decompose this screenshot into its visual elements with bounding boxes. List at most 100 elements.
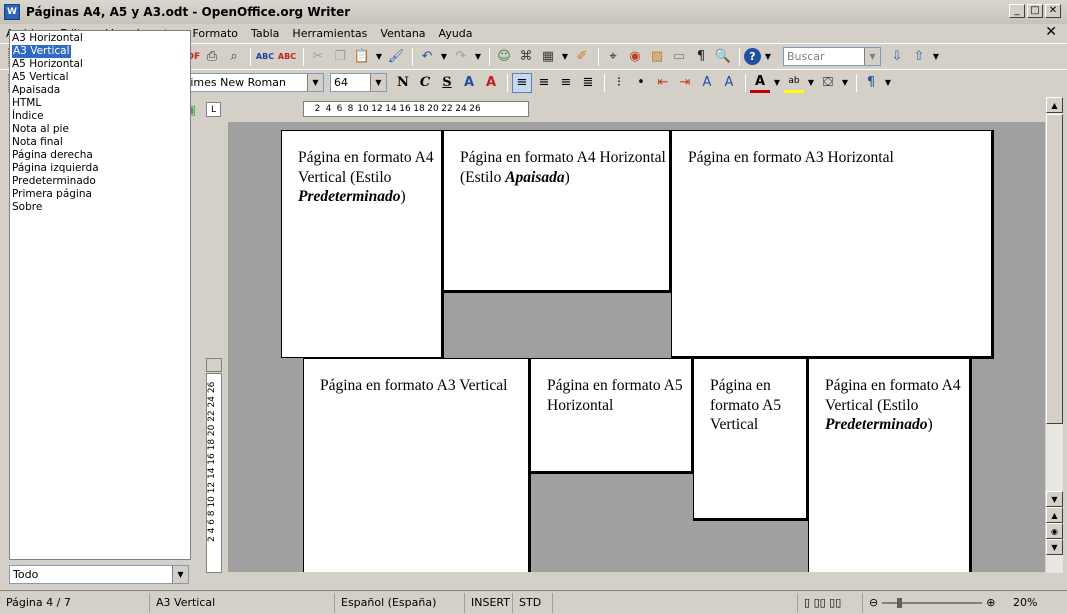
search-input[interactable]: Buscar ▼ bbox=[783, 47, 881, 66]
book-view-icon[interactable]: ▯▯ bbox=[829, 596, 841, 609]
style-primera-pagina[interactable]: Primera página bbox=[12, 188, 92, 200]
zoom-out-icon[interactable]: ⊖ bbox=[869, 596, 878, 609]
paste-icon[interactable]: 📋 bbox=[352, 47, 372, 67]
style-pagina-derecha[interactable]: Página derecha bbox=[12, 149, 93, 161]
print-preview-icon[interactable]: ⌕ bbox=[224, 47, 244, 67]
single-page-view-icon[interactable]: ▯ bbox=[804, 596, 810, 609]
style-nota-al-pie[interactable]: Nota al pie bbox=[12, 123, 69, 135]
list-item[interactable]: Predeterminado bbox=[12, 175, 188, 188]
zoom-percentage[interactable]: 20% bbox=[1003, 593, 1037, 613]
language-indicator[interactable]: Español (España) bbox=[335, 592, 465, 613]
font-color-icon[interactable]: A bbox=[750, 73, 770, 93]
page-a4-vertical-2[interactable]: Página en formato A4 Vertical (Estilo Pr… bbox=[808, 358, 972, 572]
style-sobre[interactable]: Sobre bbox=[12, 201, 42, 213]
scroll-down-icon[interactable]: ▼ bbox=[1046, 491, 1063, 507]
style-a5-vertical[interactable]: A5 Vertical bbox=[12, 71, 69, 83]
paragraph-ltr-icon[interactable]: A bbox=[697, 73, 717, 93]
list-item[interactable]: A3 Horizontal bbox=[12, 32, 188, 45]
paragraph-rtl-icon[interactable]: A bbox=[719, 73, 739, 93]
copy-icon[interactable]: ❐ bbox=[330, 47, 350, 67]
navigator-compass-icon[interactable]: ◉ bbox=[625, 47, 645, 67]
style-a3-vertical-selected[interactable]: A3 Vertical bbox=[12, 45, 71, 58]
highlight-icon[interactable]: ab bbox=[784, 73, 804, 93]
style-html[interactable]: HTML bbox=[12, 97, 41, 109]
zoom-in-icon[interactable]: ⊕ bbox=[986, 596, 995, 609]
list-item[interactable]: A3 Vertical bbox=[12, 45, 188, 58]
autospellcheck-icon[interactable]: ABC bbox=[277, 47, 297, 67]
style-indice[interactable]: Índice bbox=[12, 110, 44, 122]
align-left-icon[interactable]: ≡ bbox=[512, 72, 532, 93]
list-item[interactable]: Apaisada bbox=[12, 84, 188, 97]
zoom-knob[interactable] bbox=[897, 597, 903, 608]
find-replace-icon[interactable]: ⌖ bbox=[603, 47, 623, 67]
style-apaisada[interactable]: Apaisada bbox=[12, 84, 60, 96]
formatting-toolbar-options-icon[interactable]: ▼ bbox=[883, 73, 893, 93]
spellcheck-icon[interactable]: ABC bbox=[255, 47, 275, 67]
maximize-button[interactable]: □ bbox=[1027, 4, 1043, 18]
menu-formato[interactable]: Formato bbox=[193, 27, 239, 40]
menu-ventana[interactable]: Ventana bbox=[380, 27, 425, 40]
font-size-dropdown-icon[interactable]: ▼ bbox=[370, 74, 386, 91]
list-item[interactable]: A5 Vertical bbox=[12, 71, 188, 84]
page-a5-horizontal[interactable]: Página en formato A5 Horizontal bbox=[530, 358, 694, 474]
table-icon[interactable]: ▦ bbox=[538, 47, 558, 67]
style-a5-horizontal[interactable]: A5 Horizontal bbox=[12, 58, 83, 70]
outline-font-icon[interactable]: A bbox=[459, 73, 479, 93]
justify-icon[interactable]: ≣ bbox=[578, 73, 598, 93]
vertical-scrollbar[interactable]: ▲ ▼ ▲ ◉ ▼ bbox=[1046, 97, 1063, 573]
formatting-marks-icon[interactable]: ¶ bbox=[691, 47, 711, 67]
list-item[interactable]: Índice bbox=[12, 110, 188, 123]
insert-mode-indicator[interactable]: INSERT bbox=[465, 592, 513, 613]
zoom-track[interactable] bbox=[882, 597, 983, 608]
align-right-icon[interactable]: ≡ bbox=[556, 73, 576, 93]
style-nota-final[interactable]: Nota final bbox=[12, 136, 63, 148]
list-item[interactable]: A5 Horizontal bbox=[12, 58, 188, 71]
format-paintbrush-icon[interactable]: 🖌 bbox=[386, 47, 406, 67]
data-sources-icon[interactable]: ▭ bbox=[669, 47, 689, 67]
decrease-indent-icon[interactable]: ⇤ bbox=[653, 73, 673, 93]
zoom-icon[interactable]: 🔍 bbox=[713, 47, 733, 67]
navigator-icon[interactable]: ⌘ bbox=[516, 47, 536, 67]
menu-tabla[interactable]: Tabla bbox=[251, 27, 279, 40]
show-draw-functions-icon[interactable]: ✐ bbox=[572, 47, 592, 67]
list-item[interactable]: Página izquierda bbox=[12, 162, 188, 175]
document-area[interactable]: Página en formato A4 Vertical (Estilo Pr… bbox=[228, 122, 1045, 572]
undo-dropdown-icon[interactable]: ▼ bbox=[439, 47, 449, 67]
redo-icon[interactable]: ↷ bbox=[451, 47, 471, 67]
style-pagina-izquierda[interactable]: Página izquierda bbox=[12, 162, 99, 174]
shadow-font-icon[interactable]: A bbox=[481, 73, 501, 93]
find-previous-icon[interactable]: ⇧ bbox=[909, 47, 929, 67]
background-color-icon[interactable]: ⛋ bbox=[818, 73, 838, 93]
document-close-icon[interactable]: ✕ bbox=[1045, 24, 1057, 40]
selection-mode-indicator[interactable]: STD bbox=[513, 592, 553, 613]
hyperlink-icon[interactable]: ☺ bbox=[494, 47, 514, 67]
next-page-icon[interactable]: ▼ bbox=[1046, 539, 1063, 555]
undo-icon[interactable]: ↶ bbox=[417, 47, 437, 67]
horizontal-ruler[interactable]: 2 4 6 8 10 12 14 16 18 20 22 24 26 bbox=[303, 101, 529, 117]
page-a4-vertical-1[interactable]: Página en formato A4 Vertical (Estilo Pr… bbox=[281, 130, 444, 358]
bullets-icon[interactable]: • bbox=[631, 73, 651, 93]
navigation-icon[interactable]: ◉ bbox=[1046, 523, 1063, 539]
print-icon[interactable]: ⎙ bbox=[202, 47, 222, 67]
redo-dropdown-icon[interactable]: ▼ bbox=[473, 47, 483, 67]
page-indicator[interactable]: Página 4 / 7 bbox=[0, 592, 150, 613]
align-center-icon[interactable]: ≡ bbox=[534, 73, 554, 93]
paragraph-dialog-icon[interactable]: ¶ bbox=[861, 73, 881, 93]
previous-page-icon[interactable]: ▲ bbox=[1046, 507, 1063, 523]
font-name-dropdown-icon[interactable]: ▼ bbox=[307, 74, 323, 91]
scroll-up-icon[interactable]: ▲ bbox=[1046, 97, 1063, 113]
zoom-slider[interactable]: ⊖ ⊕ bbox=[863, 596, 1003, 609]
styles-list[interactable]: A3 Horizontal A3 Vertical A5 Horizontal … bbox=[9, 30, 191, 560]
font-name-select[interactable]: Times New Roman ▼ bbox=[180, 73, 324, 92]
find-next-icon[interactable]: ⇩ bbox=[887, 47, 907, 67]
panel-splitter[interactable] bbox=[196, 97, 201, 587]
minimize-button[interactable]: _ bbox=[1009, 4, 1025, 18]
search-dropdown-icon[interactable]: ▼ bbox=[864, 48, 880, 65]
background-color-dropdown-icon[interactable]: ▼ bbox=[840, 73, 850, 93]
italic-button[interactable]: C bbox=[415, 73, 435, 93]
menu-ayuda[interactable]: Ayuda bbox=[439, 27, 473, 40]
list-item[interactable]: Página derecha bbox=[12, 149, 188, 162]
page-a3-horizontal[interactable]: Página en formato A3 Horizontal bbox=[671, 130, 994, 359]
list-item[interactable]: Nota final bbox=[12, 136, 188, 149]
menu-herramientas[interactable]: Herramientas bbox=[292, 27, 367, 40]
